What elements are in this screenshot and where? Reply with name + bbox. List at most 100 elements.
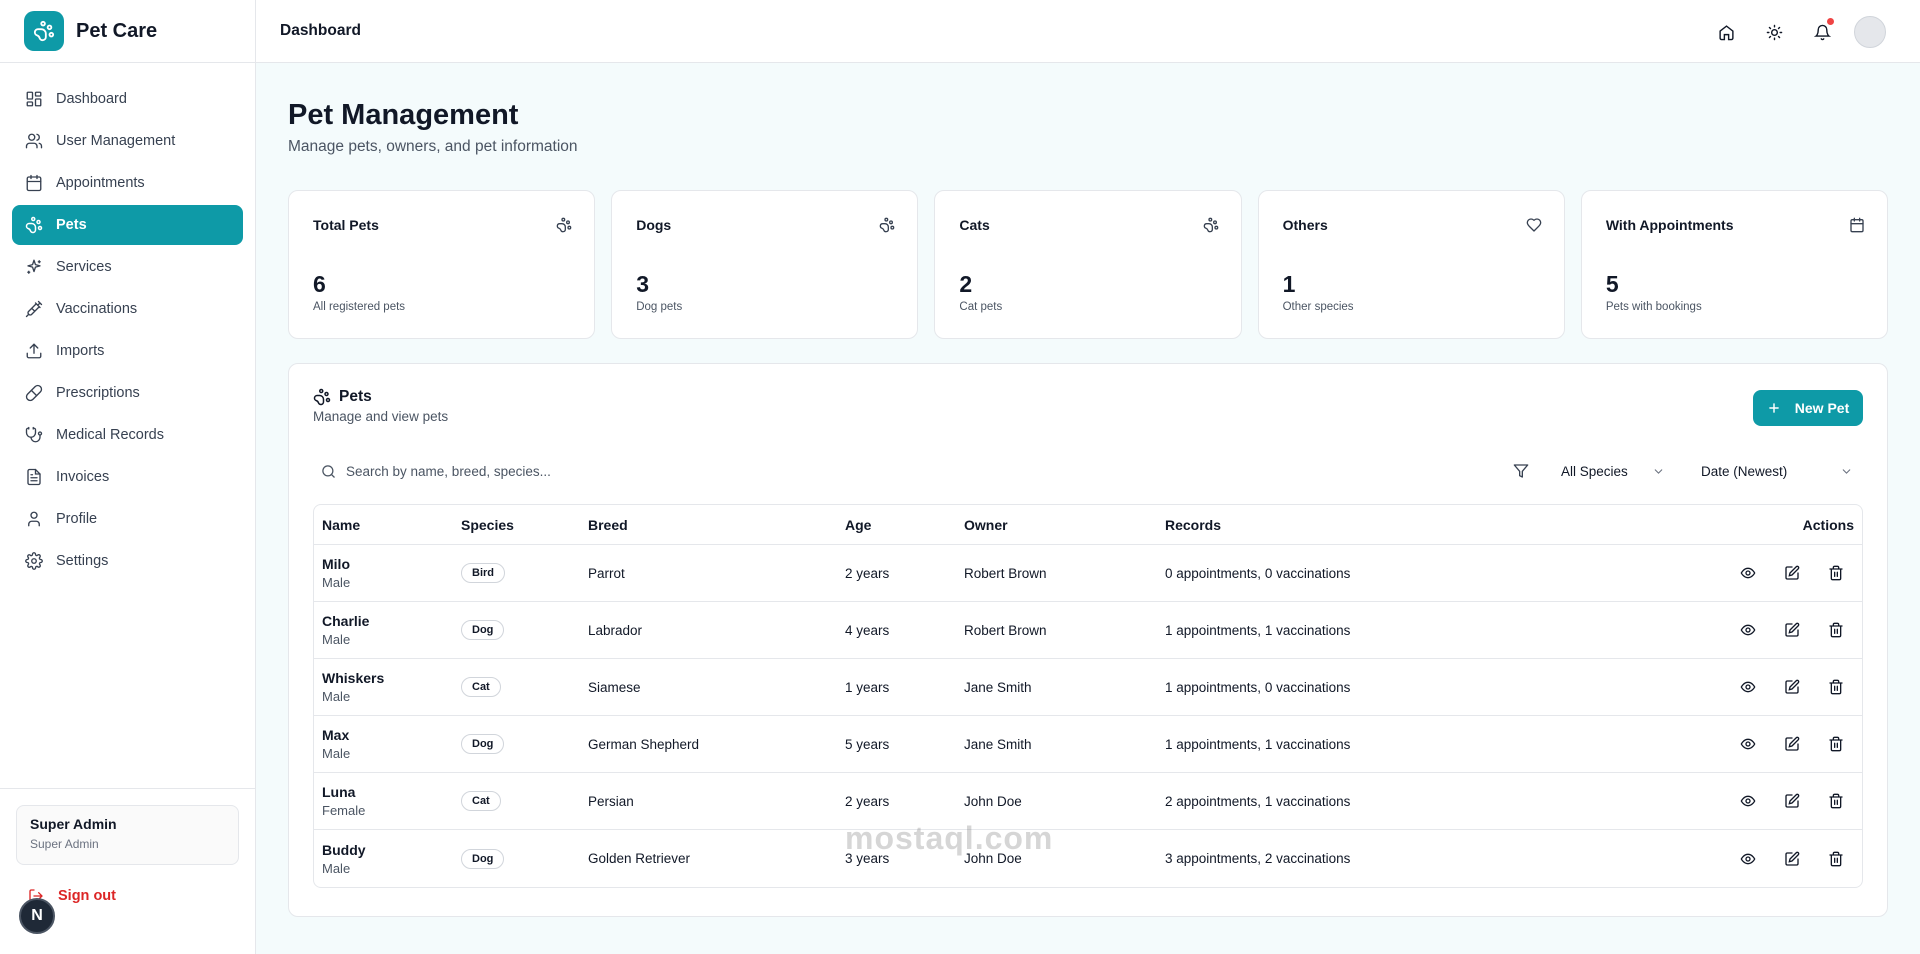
view-button[interactable] [1730, 557, 1766, 589]
column-header-actions: Actions [1802, 516, 1854, 533]
sidebar-item-label: User Management [56, 133, 176, 149]
stat-title: Others [1282, 217, 1328, 233]
view-button[interactable] [1730, 785, 1766, 817]
new-pet-button[interactable]: New Pet [1753, 390, 1863, 426]
delete-button[interactable] [1818, 557, 1854, 589]
age-cell: 2 years [845, 565, 890, 581]
notification-dot [1827, 18, 1834, 25]
edit-icon [1785, 851, 1800, 866]
view-button[interactable] [1730, 728, 1766, 760]
pet-name-cell: Buddy Male [314, 842, 461, 876]
sidebar-item-dashboard[interactable]: Dashboard [12, 79, 243, 119]
edit-button[interactable] [1774, 785, 1810, 817]
search-input[interactable] [346, 463, 1246, 479]
new-pet-label: New Pet [1794, 400, 1850, 416]
age-cell: 5 years [845, 736, 890, 752]
dev-tools-badge[interactable]: N [19, 898, 55, 934]
table-row[interactable]: Max Male Dog German Shepherd 5 years Jan… [314, 716, 1862, 773]
stat-title: Cats [959, 217, 990, 233]
notifications-button[interactable] [1804, 14, 1840, 50]
panel-header: Pets [313, 388, 1863, 406]
column-header-owner[interactable]: Owner [964, 517, 1165, 533]
pet-name: Charlie [322, 613, 370, 629]
stat-value: 3 [636, 271, 649, 297]
eye-icon [1740, 738, 1756, 750]
edit-button[interactable] [1774, 728, 1810, 760]
column-header-age[interactable]: Age [845, 517, 964, 533]
paw-icon [1203, 217, 1218, 233]
sidebar-item-label: Settings [56, 553, 109, 569]
age-cell: 4 years [845, 622, 890, 638]
actions-cell [1565, 728, 1862, 760]
sidebar-item-vaccinations[interactable]: Vaccinations [12, 289, 243, 329]
sidebar-item-medical-records[interactable]: Medical Records [12, 415, 243, 455]
user-card[interactable]: Super Admin Super Admin [16, 805, 239, 865]
view-button[interactable] [1730, 843, 1766, 875]
species-cell: Cat [461, 677, 588, 697]
edit-button[interactable] [1774, 557, 1810, 589]
delete-button[interactable] [1818, 843, 1854, 875]
table-row[interactable]: Milo Male Bird Parrot 2 years Robert Bro… [314, 545, 1862, 602]
records-cell: 1 appointments, 1 vaccinations [1165, 736, 1351, 752]
filter-icon [1513, 464, 1529, 478]
page-title: Pet Management [288, 99, 519, 131]
edit-button[interactable] [1774, 671, 1810, 703]
breed-cell: German Shepherd [588, 736, 700, 752]
table-row[interactable]: Luna Female Cat Persian 2 years John Doe… [314, 773, 1862, 830]
stat-value: 2 [959, 271, 973, 297]
paw-icon [880, 217, 895, 233]
column-header-name[interactable]: Name [314, 517, 461, 533]
theme-toggle-button[interactable] [1756, 14, 1792, 50]
brand-name: Pet Care [76, 19, 158, 42]
calendar-icon [1850, 217, 1864, 233]
records-cell: 0 appointments, 0 vaccinations [1165, 565, 1351, 581]
owner-cell: John Doe [964, 793, 1022, 809]
sidebar-item-invoices[interactable]: Invoices [12, 457, 243, 497]
table-row[interactable]: Buddy Male Dog Golden Retriever 3 years … [314, 830, 1862, 887]
table-row[interactable]: Charlie Male Dog Labrador 4 years Robert… [314, 602, 1862, 659]
view-button[interactable] [1730, 671, 1766, 703]
column-header-breed[interactable]: Breed [588, 517, 845, 533]
pet-name: Buddy [322, 841, 366, 858]
sidebar-item-appointments[interactable]: Appointments [12, 163, 243, 203]
chevron-down-icon [1654, 468, 1663, 474]
species-filter-select[interactable]: All Species [1547, 453, 1675, 489]
sidebar-item-settings[interactable]: Settings [12, 541, 243, 581]
column-header-species[interactable]: Species [461, 517, 588, 533]
delete-button[interactable] [1818, 614, 1854, 646]
sidebar-item-services[interactable]: Services [12, 247, 243, 287]
species-badge: Cat [461, 677, 501, 697]
sparkles-icon [24, 257, 44, 277]
stat-title: Total Pets [313, 217, 379, 233]
sidebar-item-imports[interactable]: Imports [12, 331, 243, 371]
sidebar-item-user-management[interactable]: User Management [12, 121, 243, 161]
sidebar-item-label: Invoices [56, 469, 110, 485]
home-button[interactable] [1708, 14, 1744, 50]
delete-button[interactable] [1818, 785, 1854, 817]
column-header-records[interactable]: Records [1165, 517, 1565, 533]
actions-cell [1565, 614, 1862, 646]
view-button[interactable] [1730, 614, 1766, 646]
trash-icon [1829, 793, 1843, 809]
delete-button[interactable] [1818, 728, 1854, 760]
edit-icon [1785, 793, 1800, 808]
table-row[interactable]: Whiskers Male Cat Siamese 1 years Jane S… [314, 659, 1862, 716]
sidebar-item-profile[interactable]: Profile [12, 499, 243, 539]
sidebar-item-prescriptions[interactable]: Prescriptions [12, 373, 243, 413]
edit-button[interactable] [1774, 614, 1810, 646]
filters-bar: All Species Date (Newest) [313, 452, 1863, 490]
stat-subtitle: Dog pets [636, 301, 683, 313]
avatar[interactable] [1854, 16, 1886, 48]
records-cell: 3 appointments, 2 vaccinations [1165, 851, 1351, 866]
sidebar-item-pets[interactable]: Pets [12, 205, 243, 245]
sidebar-item-label: Dashboard [56, 91, 127, 107]
watermark: mostaql.com [845, 820, 1054, 856]
brand[interactable]: Pet Care [0, 0, 255, 63]
edit-button[interactable] [1774, 843, 1810, 875]
species-badge: Bird [461, 563, 505, 583]
sort-select[interactable]: Date (Newest) [1687, 453, 1863, 489]
stat-card-others: Others 1 Other species [1257, 190, 1565, 339]
delete-button[interactable] [1818, 671, 1854, 703]
filter-button[interactable] [1503, 453, 1539, 489]
sun-icon [1766, 24, 1782, 40]
